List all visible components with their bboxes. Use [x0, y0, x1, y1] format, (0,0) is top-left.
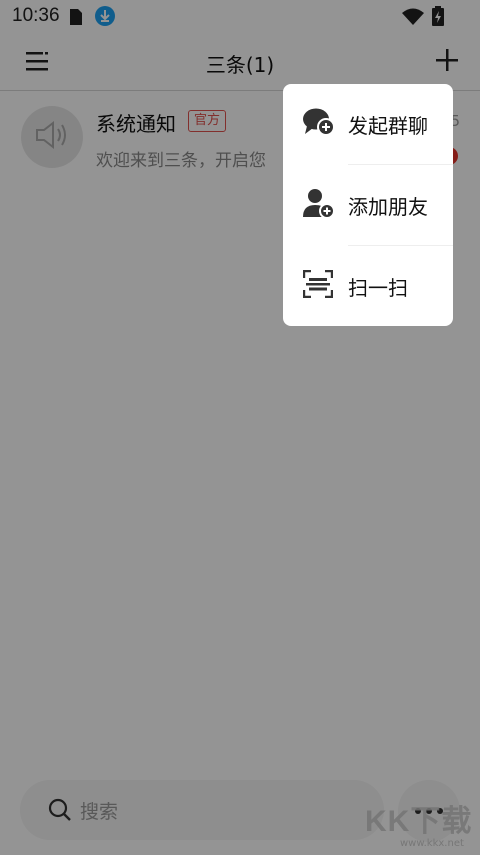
- add-friend-icon: [303, 189, 335, 223]
- menu-item-label: 扫一扫: [348, 276, 408, 300]
- menu-item-scan[interactable]: 扫一扫: [283, 246, 453, 326]
- menu-item-add-friend[interactable]: 添加朋友: [283, 165, 453, 245]
- popup-menu: 发起群聊 添加朋友 扫一扫: [283, 84, 453, 326]
- scan-icon: [302, 269, 334, 302]
- group-chat-add-icon: [303, 108, 335, 142]
- menu-item-label: 发起群聊: [348, 114, 428, 138]
- menu-item-label: 添加朋友: [348, 195, 428, 219]
- menu-item-group-chat[interactable]: 发起群聊: [283, 84, 453, 164]
